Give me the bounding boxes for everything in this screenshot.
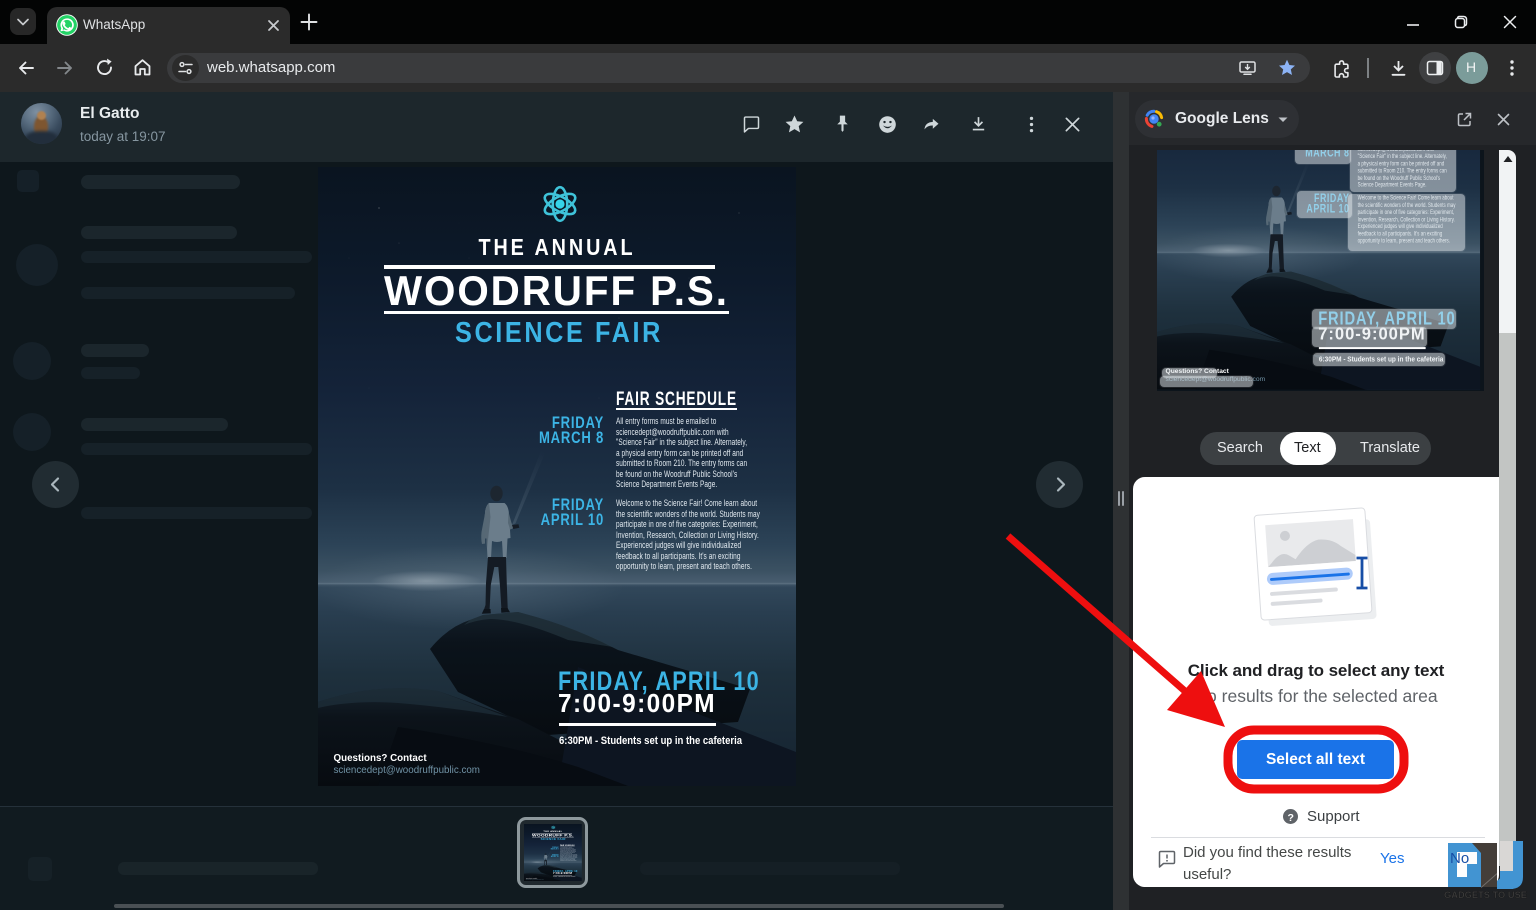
svg-text:GADGETS TO USE: GADGETS TO USE — [1444, 890, 1527, 900]
